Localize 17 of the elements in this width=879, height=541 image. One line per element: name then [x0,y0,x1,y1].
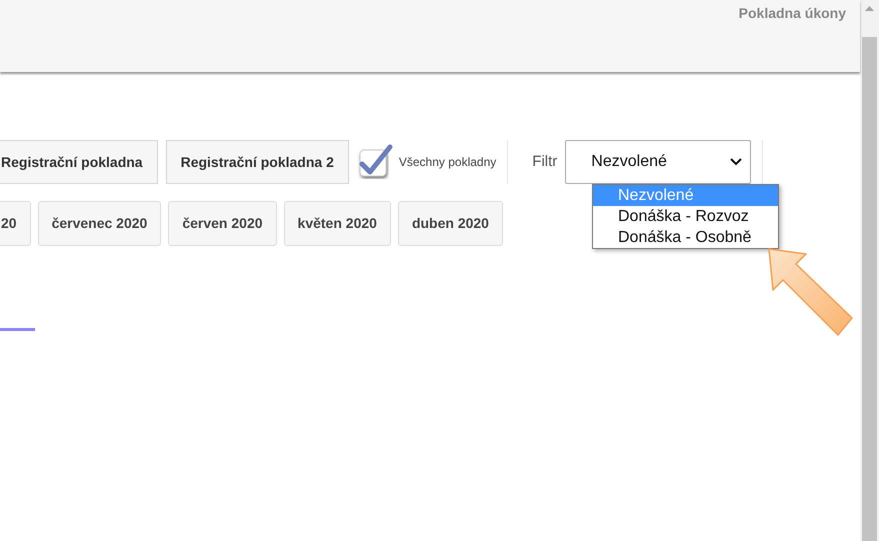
month-button[interactable]: červen 2020 [168,201,277,246]
month-button[interactable]: 20 [0,201,31,246]
filter-select[interactable]: Nezvolené [565,140,752,184]
month-button[interactable]: květen 2020 [284,201,391,246]
page-title: Pokladna úkony [738,4,846,23]
register-button[interactable]: Registrační pokladna [0,140,158,184]
month-button[interactable]: červenec 2020 [38,201,162,246]
scrollbar-thumb[interactable] [862,37,877,541]
select-value: Nezvolené [591,152,667,172]
dropdown-option[interactable]: Donáška - Rozvoz [593,206,778,227]
dropdown-option[interactable]: Donáška - Osobně [593,227,778,248]
filter-label: Filtr [532,152,558,172]
month-button[interactable]: duben 2020 [398,201,503,246]
checkbox-label: Všechny pokladny [398,154,496,171]
chevron-down-icon [730,158,742,166]
tab-indicator [0,328,35,331]
register-button[interactable]: Registrační pokladna 2 [166,140,349,184]
